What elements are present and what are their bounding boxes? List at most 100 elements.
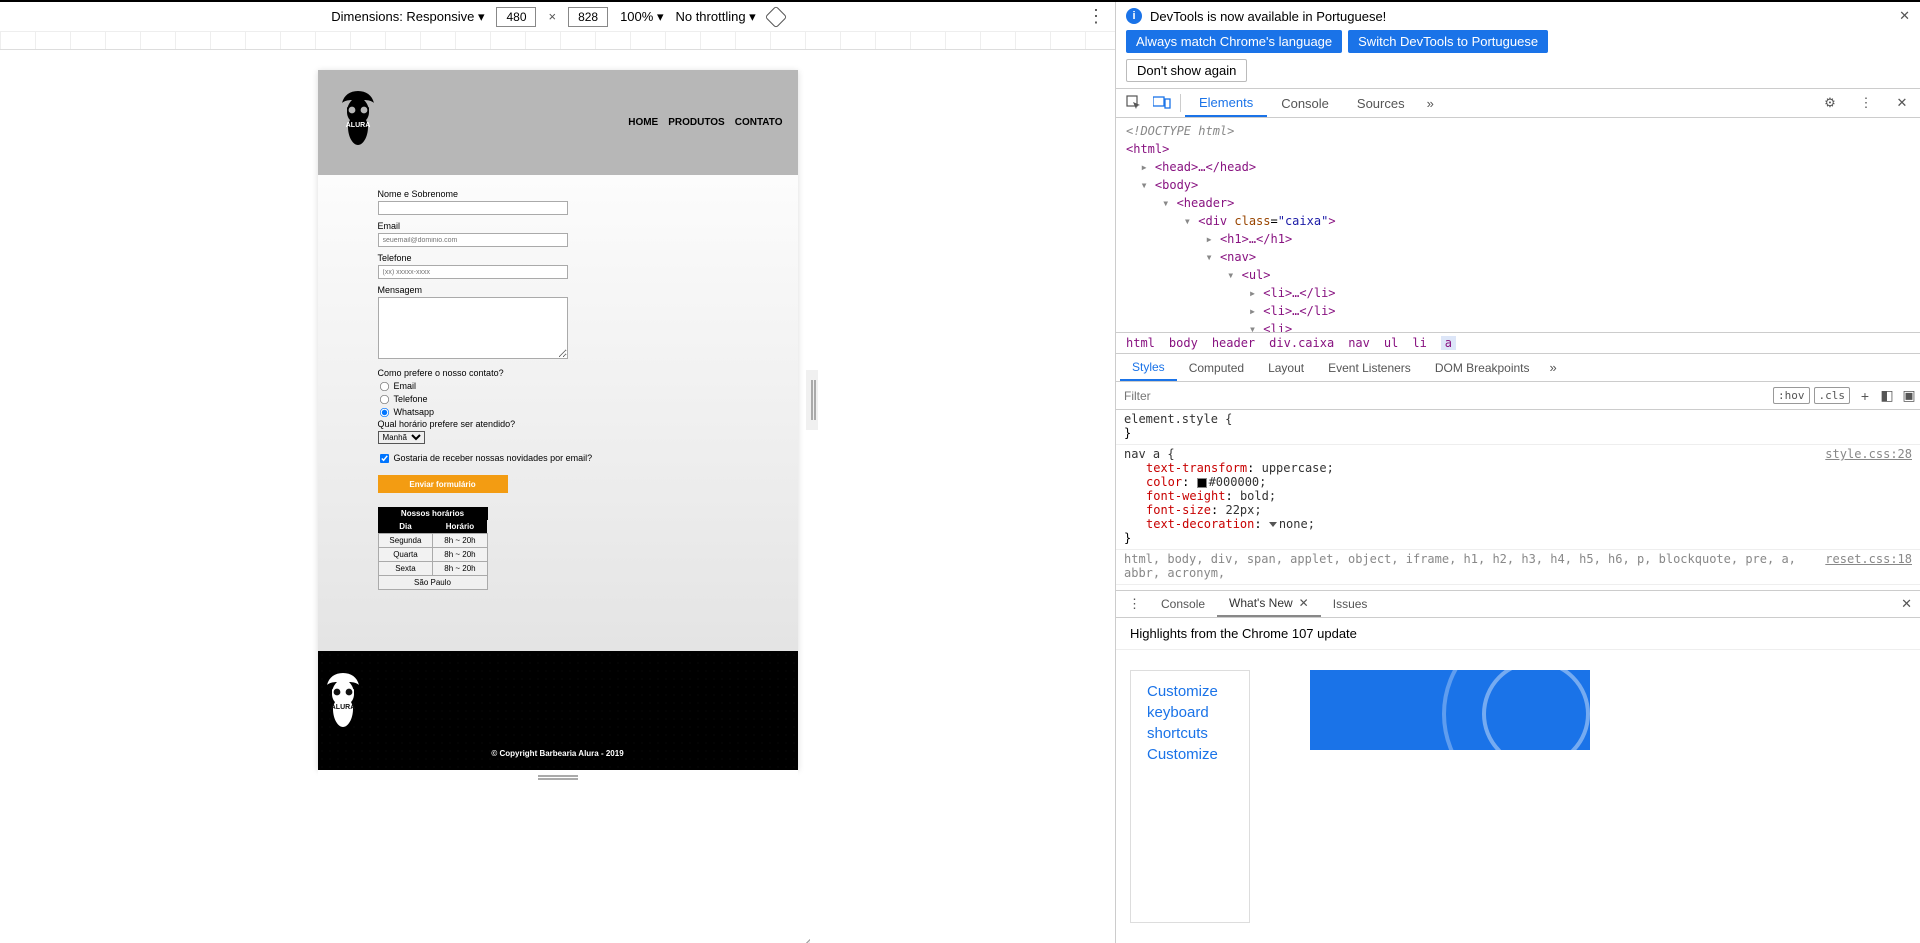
- color-swatch-icon[interactable]: [1197, 478, 1207, 488]
- infobar-buttons: Always match Chrome's language Switch De…: [1116, 30, 1920, 59]
- resize-handle-right[interactable]: [806, 370, 818, 430]
- styles-overflow-icon[interactable]: »: [1550, 360, 1557, 375]
- dtab-whatsnew[interactable]: What's New✕: [1217, 591, 1321, 617]
- nav-home[interactable]: HOME: [628, 117, 658, 128]
- devtools-panel: i DevTools is now available in Portugues…: [1116, 2, 1920, 943]
- resize-handle-bottom[interactable]: [318, 770, 798, 782]
- viewport-area: ALURA HOME PRODUTOS CONTATO Nome e Sobre…: [0, 50, 1115, 943]
- dont-show-button[interactable]: Don't show again: [1126, 59, 1247, 82]
- tab-console[interactable]: Console: [1267, 89, 1343, 117]
- svg-text:ALURA: ALURA: [330, 704, 355, 711]
- th-hor: Horário: [433, 520, 487, 534]
- drawer-tabs: ⋮ Console What's New✕ Issues ✕: [1116, 590, 1920, 618]
- nav-contato[interactable]: CONTATO: [735, 117, 783, 128]
- resize-handle-corner[interactable]: [794, 939, 810, 943]
- select-horario[interactable]: Manhã: [378, 431, 425, 444]
- main-tabbar: Elements Console Sources » ⚙ ⋮ ✕: [1116, 88, 1920, 118]
- styles-tabs: Styles Computed Layout Event Listeners D…: [1116, 354, 1920, 382]
- table-row: Segunda8h ~ 20h: [378, 534, 487, 548]
- switch-lang-button[interactable]: Switch DevTools to Portuguese: [1348, 30, 1548, 53]
- rotate-icon[interactable]: [764, 5, 787, 28]
- table-row: Sexta8h ~ 20h: [378, 562, 487, 576]
- page-body: Nome e Sobrenome Email Telefone Men: [318, 175, 798, 651]
- th-dia: Dia: [378, 520, 433, 534]
- more-v-icon[interactable]: ⋮: [1852, 89, 1880, 117]
- dimensions-dropdown[interactable]: Dimensions: Responsive ▾: [331, 9, 484, 25]
- device-toolbar: Dimensions: Responsive ▾ × 100% ▾ No thr…: [0, 2, 1115, 32]
- inspect-icon[interactable]: [1120, 89, 1148, 117]
- nav-produtos[interactable]: PRODUTOS: [668, 117, 725, 128]
- stab-styles[interactable]: Styles: [1120, 354, 1177, 381]
- table-row: São Paulo: [378, 576, 487, 590]
- input-tel[interactable]: [378, 265, 568, 279]
- radio-email[interactable]: Email: [378, 380, 738, 393]
- device-mode-panel: Dimensions: Responsive ▾ × 100% ▾ No thr…: [0, 2, 1116, 943]
- input-nome[interactable]: [378, 201, 568, 215]
- close-icon[interactable]: ✕: [1899, 8, 1910, 24]
- close-icon[interactable]: ✕: [1299, 596, 1309, 610]
- device-more-icon[interactable]: ⋮: [1087, 6, 1105, 27]
- check-newsletter[interactable]: Gostaria de receber nossas novidades por…: [378, 452, 738, 465]
- throttling-dropdown[interactable]: No throttling ▾: [675, 9, 755, 25]
- input-email[interactable]: [378, 233, 568, 247]
- computed-toggle-icon[interactable]: ▣: [1898, 387, 1920, 404]
- table-row: Quarta8h ~ 20h: [378, 548, 487, 562]
- zoom-dropdown[interactable]: 100% ▾: [620, 9, 663, 25]
- stab-event[interactable]: Event Listeners: [1316, 354, 1423, 381]
- new-rule-icon[interactable]: +: [1854, 388, 1876, 404]
- nav-links: HOME PRODUTOS CONTATO: [628, 117, 782, 128]
- svg-text:ALURA: ALURA: [345, 122, 370, 129]
- input-msg[interactable]: [378, 297, 568, 359]
- dtab-issues[interactable]: Issues: [1321, 591, 1380, 617]
- label-tel: Telefone: [378, 253, 738, 263]
- gear-icon[interactable]: ⚙: [1816, 89, 1844, 117]
- always-match-button[interactable]: Always match Chrome's language: [1126, 30, 1342, 53]
- styles-body[interactable]: element.style { } nav a {style.css:28 te…: [1116, 410, 1920, 590]
- infobar-text: DevTools is now available in Portuguese!: [1150, 9, 1386, 24]
- submit-button[interactable]: Enviar formulário: [378, 475, 508, 493]
- radio-tel[interactable]: Telefone: [378, 393, 738, 406]
- page-footer: ALURA © Copyright Barbearia Alura - 2019: [318, 651, 798, 770]
- whatsnew-body: Customize keyboard shortcuts Customize: [1116, 650, 1920, 943]
- stab-dom[interactable]: DOM Breakpoints: [1423, 354, 1542, 381]
- styles-filter-row: :hov .cls + ◧ ▣: [1116, 382, 1920, 410]
- cls-toggle[interactable]: .cls: [1814, 387, 1851, 404]
- rendered-page: ALURA HOME PRODUTOS CONTATO Nome e Sobre…: [318, 70, 798, 770]
- tab-elements[interactable]: Elements: [1185, 89, 1267, 117]
- radio-wa[interactable]: Whatsapp: [378, 406, 738, 419]
- source-link[interactable]: style.css:28: [1825, 447, 1912, 461]
- footer-logo-icon: ALURA: [318, 671, 798, 739]
- label-nome: Nome e Sobrenome: [378, 189, 738, 199]
- tabs-overflow-icon[interactable]: »: [1419, 96, 1442, 111]
- toggle-common-icon[interactable]: ◧: [1876, 387, 1898, 404]
- copyright-text: © Copyright Barbearia Alura - 2019: [318, 749, 798, 758]
- drawer-close-icon[interactable]: ✕: [1901, 596, 1912, 612]
- legend-horario: Qual horário prefere ser atendido?: [378, 419, 738, 429]
- link-customize2[interactable]: Customize: [1147, 746, 1233, 763]
- link-shortcuts[interactable]: shortcuts: [1147, 725, 1233, 742]
- device-toggle-icon[interactable]: [1148, 89, 1176, 117]
- label-email: Email: [378, 221, 738, 231]
- legend-pref: Como prefere o nosso contato?: [378, 368, 738, 378]
- source-link[interactable]: reset.css:18: [1825, 552, 1912, 580]
- dtab-console[interactable]: Console: [1149, 591, 1217, 617]
- tab-sources[interactable]: Sources: [1343, 89, 1419, 117]
- stab-computed[interactable]: Computed: [1177, 354, 1256, 381]
- hours-table: Nossos horários DiaHorário Segunda8h ~ 2…: [378, 507, 488, 590]
- link-customize[interactable]: Customize: [1147, 683, 1233, 700]
- link-keyboard[interactable]: keyboard: [1147, 704, 1233, 721]
- height-input[interactable]: [568, 7, 608, 27]
- devtools-close-icon[interactable]: ✕: [1888, 89, 1916, 117]
- stab-layout[interactable]: Layout: [1256, 354, 1316, 381]
- whatsnew-links: Customize keyboard shortcuts Customize: [1130, 670, 1250, 923]
- info-icon: i: [1126, 8, 1142, 24]
- promo-image: [1310, 670, 1590, 750]
- filter-input[interactable]: [1116, 389, 1773, 403]
- drawer-more-icon[interactable]: ⋮: [1120, 596, 1149, 612]
- hov-toggle[interactable]: :hov: [1773, 387, 1810, 404]
- elements-tree[interactable]: <!DOCTYPE html> <html> ▸ <head>…</head> …: [1116, 118, 1920, 332]
- width-input[interactable]: [496, 7, 536, 27]
- breadcrumb[interactable]: html body header div.caixa nav ul li a: [1116, 332, 1920, 354]
- expand-tri-icon[interactable]: [1269, 522, 1277, 527]
- infobar: i DevTools is now available in Portugues…: [1116, 2, 1920, 30]
